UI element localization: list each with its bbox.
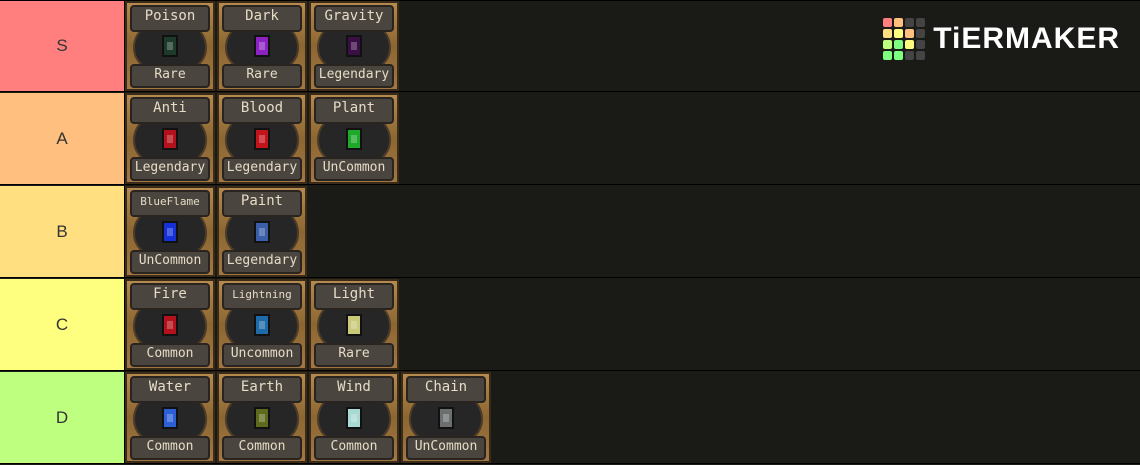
- tier-item-card[interactable]: Plant UnCommon: [309, 93, 399, 184]
- logo-grid-cell: [905, 29, 915, 38]
- tier-item-card[interactable]: Water Common: [125, 372, 215, 463]
- tier-items: Fire Common Lightning Uncommon Light Rare: [125, 279, 401, 370]
- item-name: Earth: [222, 376, 302, 403]
- tier-label[interactable]: B: [0, 186, 125, 277]
- item-name: Light: [314, 283, 394, 310]
- logo-grid-cell: [894, 40, 904, 49]
- tier-item-card[interactable]: Lightning Uncommon: [217, 279, 307, 370]
- item-name: Anti: [130, 97, 210, 124]
- tier-row-d: D Water Common Earth Common Wind Common Chain U…: [0, 372, 1140, 464]
- tier-label[interactable]: A: [0, 93, 125, 184]
- item-name: Lightning: [222, 283, 302, 310]
- tier-item-card[interactable]: Blood Legendary: [217, 93, 307, 184]
- item-rarity: Legendary: [130, 157, 210, 181]
- item-name: Paint: [222, 190, 302, 217]
- tier-item-card[interactable]: Fire Common: [125, 279, 215, 370]
- tier-items: Water Common Earth Common Wind Common Chain UnC…: [125, 372, 493, 463]
- tier-item-card[interactable]: Earth Common: [217, 372, 307, 463]
- logo-grid-cell: [905, 40, 915, 49]
- tier-label[interactable]: D: [0, 372, 125, 463]
- item-rarity: Common: [314, 436, 394, 460]
- tier-label[interactable]: C: [0, 279, 125, 370]
- item-name: Water: [130, 376, 210, 403]
- element-gem-icon: [346, 313, 362, 336]
- element-gem-icon: [346, 127, 362, 150]
- item-name: Blood: [222, 97, 302, 124]
- logo-grid-cell: [905, 18, 915, 27]
- item-name: Chain: [406, 376, 486, 403]
- logo-grid-cell: [916, 40, 926, 49]
- logo-grid-cell: [916, 18, 926, 27]
- tier-item-card[interactable]: Wind Common: [309, 372, 399, 463]
- tier-row-a: A Anti Legendary Blood Legendary Plant UnComm…: [0, 93, 1140, 185]
- item-rarity: UnCommon: [406, 436, 486, 460]
- tier-items: Poison Rare Dark Rare Gravity Legendary: [125, 1, 401, 91]
- tier-item-card[interactable]: Paint Legendary: [217, 186, 307, 277]
- logo-grid-cell: [883, 18, 893, 27]
- item-rarity: Legendary: [222, 250, 302, 274]
- item-name: Dark: [222, 5, 302, 32]
- tier-row-c: C Fire Common Lightning Uncommon Light Rare: [0, 279, 1140, 371]
- item-rarity: UnCommon: [130, 250, 210, 274]
- tier-item-card[interactable]: BlueFlame UnCommon: [125, 186, 215, 277]
- tier-list-board: S Poison Rare Dark Rare Gravity Legendary A A…: [0, 0, 1140, 465]
- item-name: Poison: [130, 5, 210, 32]
- element-gem-icon: [346, 406, 362, 429]
- item-rarity: Uncommon: [222, 343, 302, 367]
- tier-label[interactable]: S: [0, 1, 125, 91]
- item-rarity: UnCommon: [314, 157, 394, 181]
- tier-item-card[interactable]: Dark Rare: [217, 1, 307, 91]
- logo-grid-cell: [894, 18, 904, 27]
- logo-grid-cell: [894, 29, 904, 38]
- element-gem-icon: [162, 127, 178, 150]
- logo-text: TiERMAKER: [933, 22, 1120, 55]
- logo-grid-cell: [916, 29, 926, 38]
- item-name: BlueFlame: [130, 190, 210, 217]
- item-rarity: Rare: [222, 64, 302, 88]
- item-rarity: Legendary: [222, 157, 302, 181]
- element-gem-icon: [162, 313, 178, 336]
- element-gem-icon: [162, 35, 178, 57]
- item-name: Gravity: [314, 5, 394, 32]
- tier-items: Anti Legendary Blood Legendary Plant UnCommon: [125, 93, 401, 184]
- element-gem-icon: [254, 220, 270, 243]
- item-name: Fire: [130, 283, 210, 310]
- logo-grid-cell: [905, 51, 915, 60]
- tier-item-card[interactable]: Chain UnCommon: [401, 372, 491, 463]
- tier-item-card[interactable]: Anti Legendary: [125, 93, 215, 184]
- item-rarity: Legendary: [314, 64, 394, 88]
- tier-row-b: B BlueFlame UnCommon Paint Legendary: [0, 186, 1140, 278]
- tier-item-card[interactable]: Light Rare: [309, 279, 399, 370]
- logo-grid-cell: [883, 51, 893, 60]
- tier-item-card[interactable]: Poison Rare: [125, 1, 215, 91]
- logo-grid-cell: [894, 51, 904, 60]
- tiermaker-logo: TiERMAKER: [883, 18, 1120, 60]
- element-gem-icon: [162, 406, 178, 429]
- logo-grid-cell: [883, 29, 893, 38]
- item-rarity: Rare: [130, 64, 210, 88]
- logo-grid-cell: [916, 51, 926, 60]
- element-gem-icon: [254, 127, 270, 150]
- item-name: Plant: [314, 97, 394, 124]
- item-rarity: Common: [130, 436, 210, 460]
- item-name: Wind: [314, 376, 394, 403]
- logo-grid-icon: [883, 18, 926, 60]
- element-gem-icon: [254, 313, 270, 336]
- element-gem-icon: [162, 220, 178, 243]
- item-rarity: Common: [130, 343, 210, 367]
- tier-items: BlueFlame UnCommon Paint Legendary: [125, 186, 309, 277]
- tier-item-card[interactable]: Gravity Legendary: [309, 1, 399, 91]
- item-rarity: Rare: [314, 343, 394, 367]
- element-gem-icon: [346, 35, 362, 57]
- logo-grid-cell: [883, 40, 893, 49]
- element-gem-icon: [254, 406, 270, 429]
- item-rarity: Common: [222, 436, 302, 460]
- element-gem-icon: [254, 35, 270, 57]
- element-gem-icon: [438, 406, 454, 429]
